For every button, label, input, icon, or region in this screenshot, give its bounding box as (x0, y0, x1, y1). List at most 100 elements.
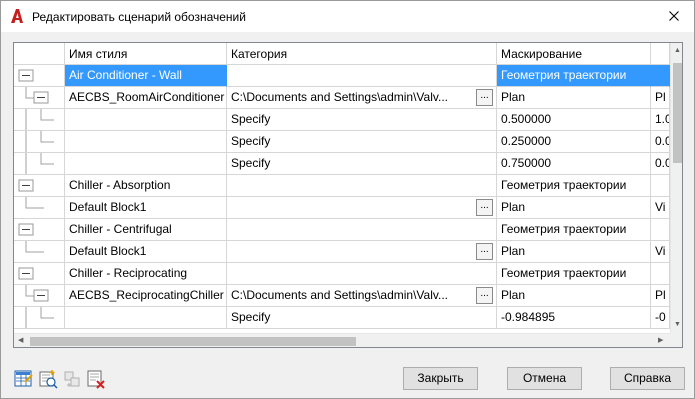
tree-node[interactable] (14, 307, 65, 329)
close-window-button[interactable] (657, 2, 691, 30)
tree-expander-icon[interactable] (14, 175, 65, 197)
table-row[interactable]: Specify0.2500000.0 (14, 131, 670, 153)
table-row[interactable]: Default Block1... Plan Vi (14, 241, 670, 263)
tree-expander-icon[interactable] (14, 153, 65, 175)
cell-extra[interactable]: 0.0 (651, 153, 670, 175)
cell-masking[interactable]: 0.750000 (497, 153, 651, 175)
vertical-scroll-thumb[interactable] (673, 63, 682, 163)
table-row[interactable]: Chiller - Centrifugal Геометрия траектори… (14, 219, 670, 241)
cell-extra[interactable] (651, 263, 670, 285)
tree-node[interactable] (14, 65, 65, 87)
cell-extra[interactable]: -0 (651, 307, 670, 329)
tree-expander-icon[interactable] (14, 65, 65, 87)
tree-node[interactable] (14, 197, 65, 219)
tree-node[interactable] (14, 175, 65, 197)
horizontal-scroll-thumb[interactable] (30, 337, 356, 346)
table-row[interactable]: Specify0.7500000.0 (14, 153, 670, 175)
cell-masking[interactable]: Геометрия траектории (497, 65, 651, 87)
cell-category[interactable] (227, 219, 497, 241)
cell-extra[interactable]: 0.0 (651, 131, 670, 153)
cell-name[interactable]: Chiller - Centrifugal (65, 219, 227, 241)
help-button[interactable]: Справка (610, 367, 685, 390)
table-row[interactable]: Chiller - Reciprocating Геометрия траекто… (14, 263, 670, 285)
cell-name[interactable]: Chiller - Absorption (65, 175, 227, 197)
cell-masking[interactable]: -0.984895 (497, 307, 651, 329)
cell-category[interactable]: C:\Documents and Settings\admin\Valv....… (227, 285, 497, 307)
tree-expander-icon[interactable] (14, 197, 65, 219)
cell-category[interactable]: ... (227, 197, 497, 219)
close-button[interactable]: Закрыть (403, 367, 478, 390)
table-row[interactable]: Specify -0.984895 -0 (14, 307, 670, 329)
tree-node[interactable] (14, 241, 65, 263)
tree-node[interactable] (14, 263, 65, 285)
cell-masking[interactable]: Plan (497, 241, 651, 263)
tree-node[interactable] (14, 219, 65, 241)
cell-category[interactable]: Specify (227, 109, 497, 131)
cell-extra[interactable] (651, 175, 670, 197)
cell-extra[interactable]: 1.0 (651, 109, 670, 131)
edit-grid-icon[interactable] (14, 369, 34, 389)
add-item-icon[interactable] (38, 369, 58, 389)
cell-name[interactable]: Default Block1 (65, 197, 227, 219)
cell-extra[interactable]: Pl (651, 87, 670, 109)
cell-name[interactable]: AECBS_ReciprocatingChiller (65, 285, 227, 307)
horizontal-scrollbar[interactable]: ◀ ▶ (14, 333, 670, 347)
cell-name[interactable] (65, 307, 227, 329)
table-row[interactable]: Chiller - Absorption Геометрия траектории (14, 175, 670, 197)
cell-name[interactable] (65, 131, 227, 153)
cell-name[interactable]: AECBS_RoomAirConditioner (65, 87, 227, 109)
tree-expander-icon[interactable] (14, 263, 65, 285)
cell-category[interactable]: ... (227, 241, 497, 263)
table-row[interactable]: Air Conditioner - Wall Геометрия траектор… (14, 65, 670, 87)
browse-button[interactable]: ... (476, 287, 493, 304)
tree-expander-icon[interactable] (14, 87, 65, 109)
tree-expander-icon[interactable] (14, 109, 65, 131)
cell-masking[interactable]: Plan (497, 197, 651, 219)
tree-node[interactable] (14, 153, 65, 175)
scroll-down-icon[interactable]: ▼ (674, 321, 681, 329)
delete-item-icon[interactable] (86, 369, 106, 389)
cell-extra[interactable] (651, 219, 670, 241)
tree-expander-icon[interactable] (14, 285, 65, 307)
header-extra[interactable] (651, 43, 670, 65)
cell-extra[interactable]: Pl (651, 285, 670, 307)
browse-button[interactable]: ... (476, 89, 493, 106)
browse-button[interactable]: ... (476, 243, 493, 260)
tree-expander-icon[interactable] (14, 241, 65, 263)
scroll-left-icon[interactable]: ◀ (18, 337, 23, 345)
cell-extra[interactable]: Vi (651, 197, 670, 219)
cell-name[interactable]: Default Block1 (65, 241, 227, 263)
header-masking[interactable]: Маскирование (497, 43, 651, 65)
cell-masking[interactable]: Геометрия траектории (497, 175, 651, 197)
cell-masking[interactable]: Plan (497, 87, 651, 109)
tree-node[interactable] (14, 87, 65, 109)
cell-category[interactable] (227, 65, 497, 87)
tree-node[interactable] (14, 131, 65, 153)
cell-category[interactable] (227, 263, 497, 285)
cancel-button[interactable]: Отмена (507, 367, 582, 390)
cell-category[interactable]: Specify (227, 153, 497, 175)
tree-expander-icon[interactable] (14, 307, 65, 329)
cell-name[interactable]: Air Conditioner - Wall (65, 65, 227, 87)
cell-masking[interactable]: Геометрия траектории (497, 219, 651, 241)
cell-extra[interactable]: Vi (651, 241, 670, 263)
table-row[interactable]: Specify0.5000001.0 (14, 109, 670, 131)
cell-category[interactable] (227, 175, 497, 197)
scroll-up-icon[interactable]: ▲ (674, 47, 681, 55)
table-row[interactable]: AECBS_ReciprocatingChiller C:\Documents a… (14, 285, 670, 307)
tree-expander-icon[interactable] (14, 131, 65, 153)
cell-name[interactable] (65, 153, 227, 175)
table-row[interactable]: AECBS_RoomAirConditioner C:\Documents and… (14, 87, 670, 109)
tree-node[interactable] (14, 109, 65, 131)
cell-category[interactable]: C:\Documents and Settings\admin\Valv....… (227, 87, 497, 109)
cell-name[interactable]: Chiller - Reciprocating (65, 263, 227, 285)
cell-masking[interactable]: Геометрия траектории (497, 263, 651, 285)
header-style-name[interactable]: Имя стиля (65, 43, 227, 65)
table-row[interactable]: Default Block1... Plan Vi (14, 197, 670, 219)
cell-category[interactable]: Specify (227, 307, 497, 329)
scroll-right-icon[interactable]: ▶ (658, 337, 663, 345)
cell-category[interactable]: Specify (227, 131, 497, 153)
vertical-scrollbar[interactable]: ▲ ▼ (670, 43, 682, 333)
cell-name[interactable] (65, 109, 227, 131)
cell-masking[interactable]: 0.250000 (497, 131, 651, 153)
